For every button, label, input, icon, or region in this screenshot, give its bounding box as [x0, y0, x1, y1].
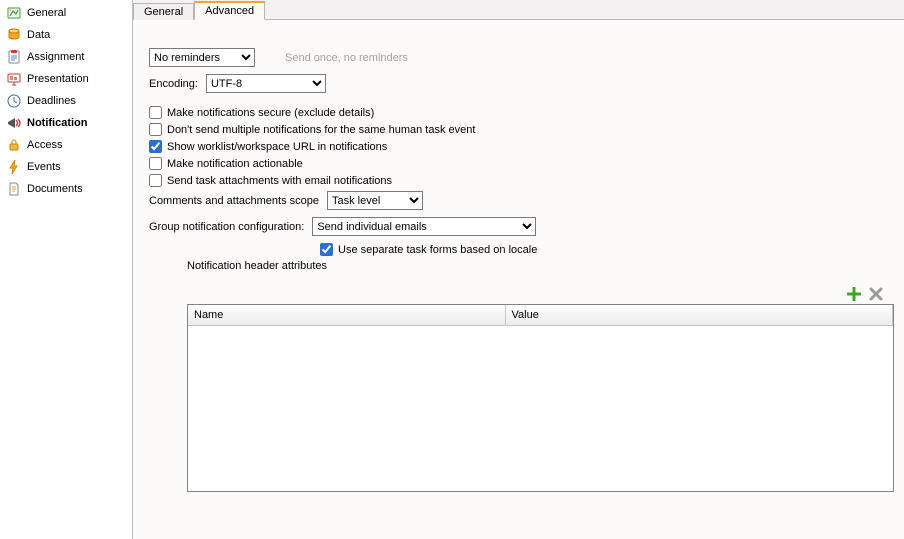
table-toolbar [149, 286, 894, 302]
checkbox-show-url-label: Show worklist/workspace URL in notificat… [167, 141, 387, 153]
checkbox-show-url[interactable] [149, 140, 162, 153]
checkbox-locale-forms-label: Use separate task forms based on locale [338, 244, 537, 256]
sidebar-item-presentation[interactable]: Presentation [0, 68, 132, 90]
checkbox-actionable[interactable] [149, 157, 162, 170]
delete-icon[interactable] [868, 286, 884, 302]
checkbox-attachments[interactable] [149, 174, 162, 187]
clock-icon [6, 93, 22, 109]
document-icon [6, 181, 22, 197]
sidebar-item-documents[interactable]: Documents [0, 178, 132, 200]
sidebar-item-general[interactable]: General [0, 2, 132, 24]
sidebar-item-notification[interactable]: Notification [0, 112, 132, 134]
encoding-label: Encoding: [149, 78, 198, 90]
checkbox-nodup-label: Don't send multiple notifications for th… [167, 124, 475, 136]
header-attrs-label: Notification header attributes [187, 260, 894, 272]
add-icon[interactable] [846, 286, 862, 302]
scope-select[interactable]: Task level [327, 191, 423, 210]
sidebar-item-label: General [27, 7, 66, 19]
sidebar-item-label: Data [27, 29, 50, 41]
sidebar: General Data Assignment Presentation Dea… [0, 0, 133, 539]
group-config-select[interactable]: Send individual emails [312, 217, 536, 236]
scope-label: Comments and attachments scope [149, 195, 319, 207]
sidebar-item-deadlines[interactable]: Deadlines [0, 90, 132, 112]
lightning-icon [6, 159, 22, 175]
assignment-icon [6, 49, 22, 65]
checkbox-secure-label: Make notifications secure (exclude detai… [167, 107, 374, 119]
tab-advanced[interactable]: Advanced [194, 1, 265, 20]
sidebar-item-label: Assignment [27, 51, 84, 63]
sidebar-item-label: Presentation [27, 73, 89, 85]
group-config-label: Group notification configuration: [149, 221, 304, 233]
sidebar-item-data[interactable]: Data [0, 24, 132, 46]
tab-general[interactable]: General [133, 3, 194, 20]
sidebar-item-assignment[interactable]: Assignment [0, 46, 132, 68]
presentation-icon [6, 71, 22, 87]
checkbox-nodup[interactable] [149, 123, 162, 136]
app-root: General Data Assignment Presentation Dea… [0, 0, 904, 539]
megaphone-icon [6, 115, 22, 131]
reminders-select[interactable]: No reminders [149, 48, 255, 67]
encoding-select[interactable]: UTF-8 [206, 74, 326, 93]
lock-icon [6, 137, 22, 153]
reminders-hint: Send once, no reminders [285, 52, 408, 64]
sidebar-item-label: Notification [27, 117, 88, 129]
sidebar-item-label: Deadlines [27, 95, 76, 107]
tab-content-advanced: No reminders Send once, no reminders Enc… [133, 20, 904, 539]
data-icon [6, 27, 22, 43]
sidebar-item-label: Access [27, 139, 62, 151]
table-col-name[interactable]: Name [188, 305, 505, 326]
header-attrs-table: Name Value [187, 304, 894, 492]
checkbox-secure[interactable] [149, 106, 162, 119]
checkbox-actionable-label: Make notification actionable [167, 158, 303, 170]
table-col-value[interactable]: Value [505, 305, 892, 326]
tab-row: General Advanced [133, 0, 904, 20]
sidebar-item-label: Events [27, 161, 61, 173]
sidebar-item-label: Documents [27, 183, 83, 195]
checkbox-locale-forms[interactable] [320, 243, 333, 256]
sidebar-item-access[interactable]: Access [0, 134, 132, 156]
main-panel: General Advanced No reminders Send once,… [133, 0, 904, 539]
checkbox-attachments-label: Send task attachments with email notific… [167, 175, 392, 187]
general-icon [6, 5, 22, 21]
sidebar-item-events[interactable]: Events [0, 156, 132, 178]
